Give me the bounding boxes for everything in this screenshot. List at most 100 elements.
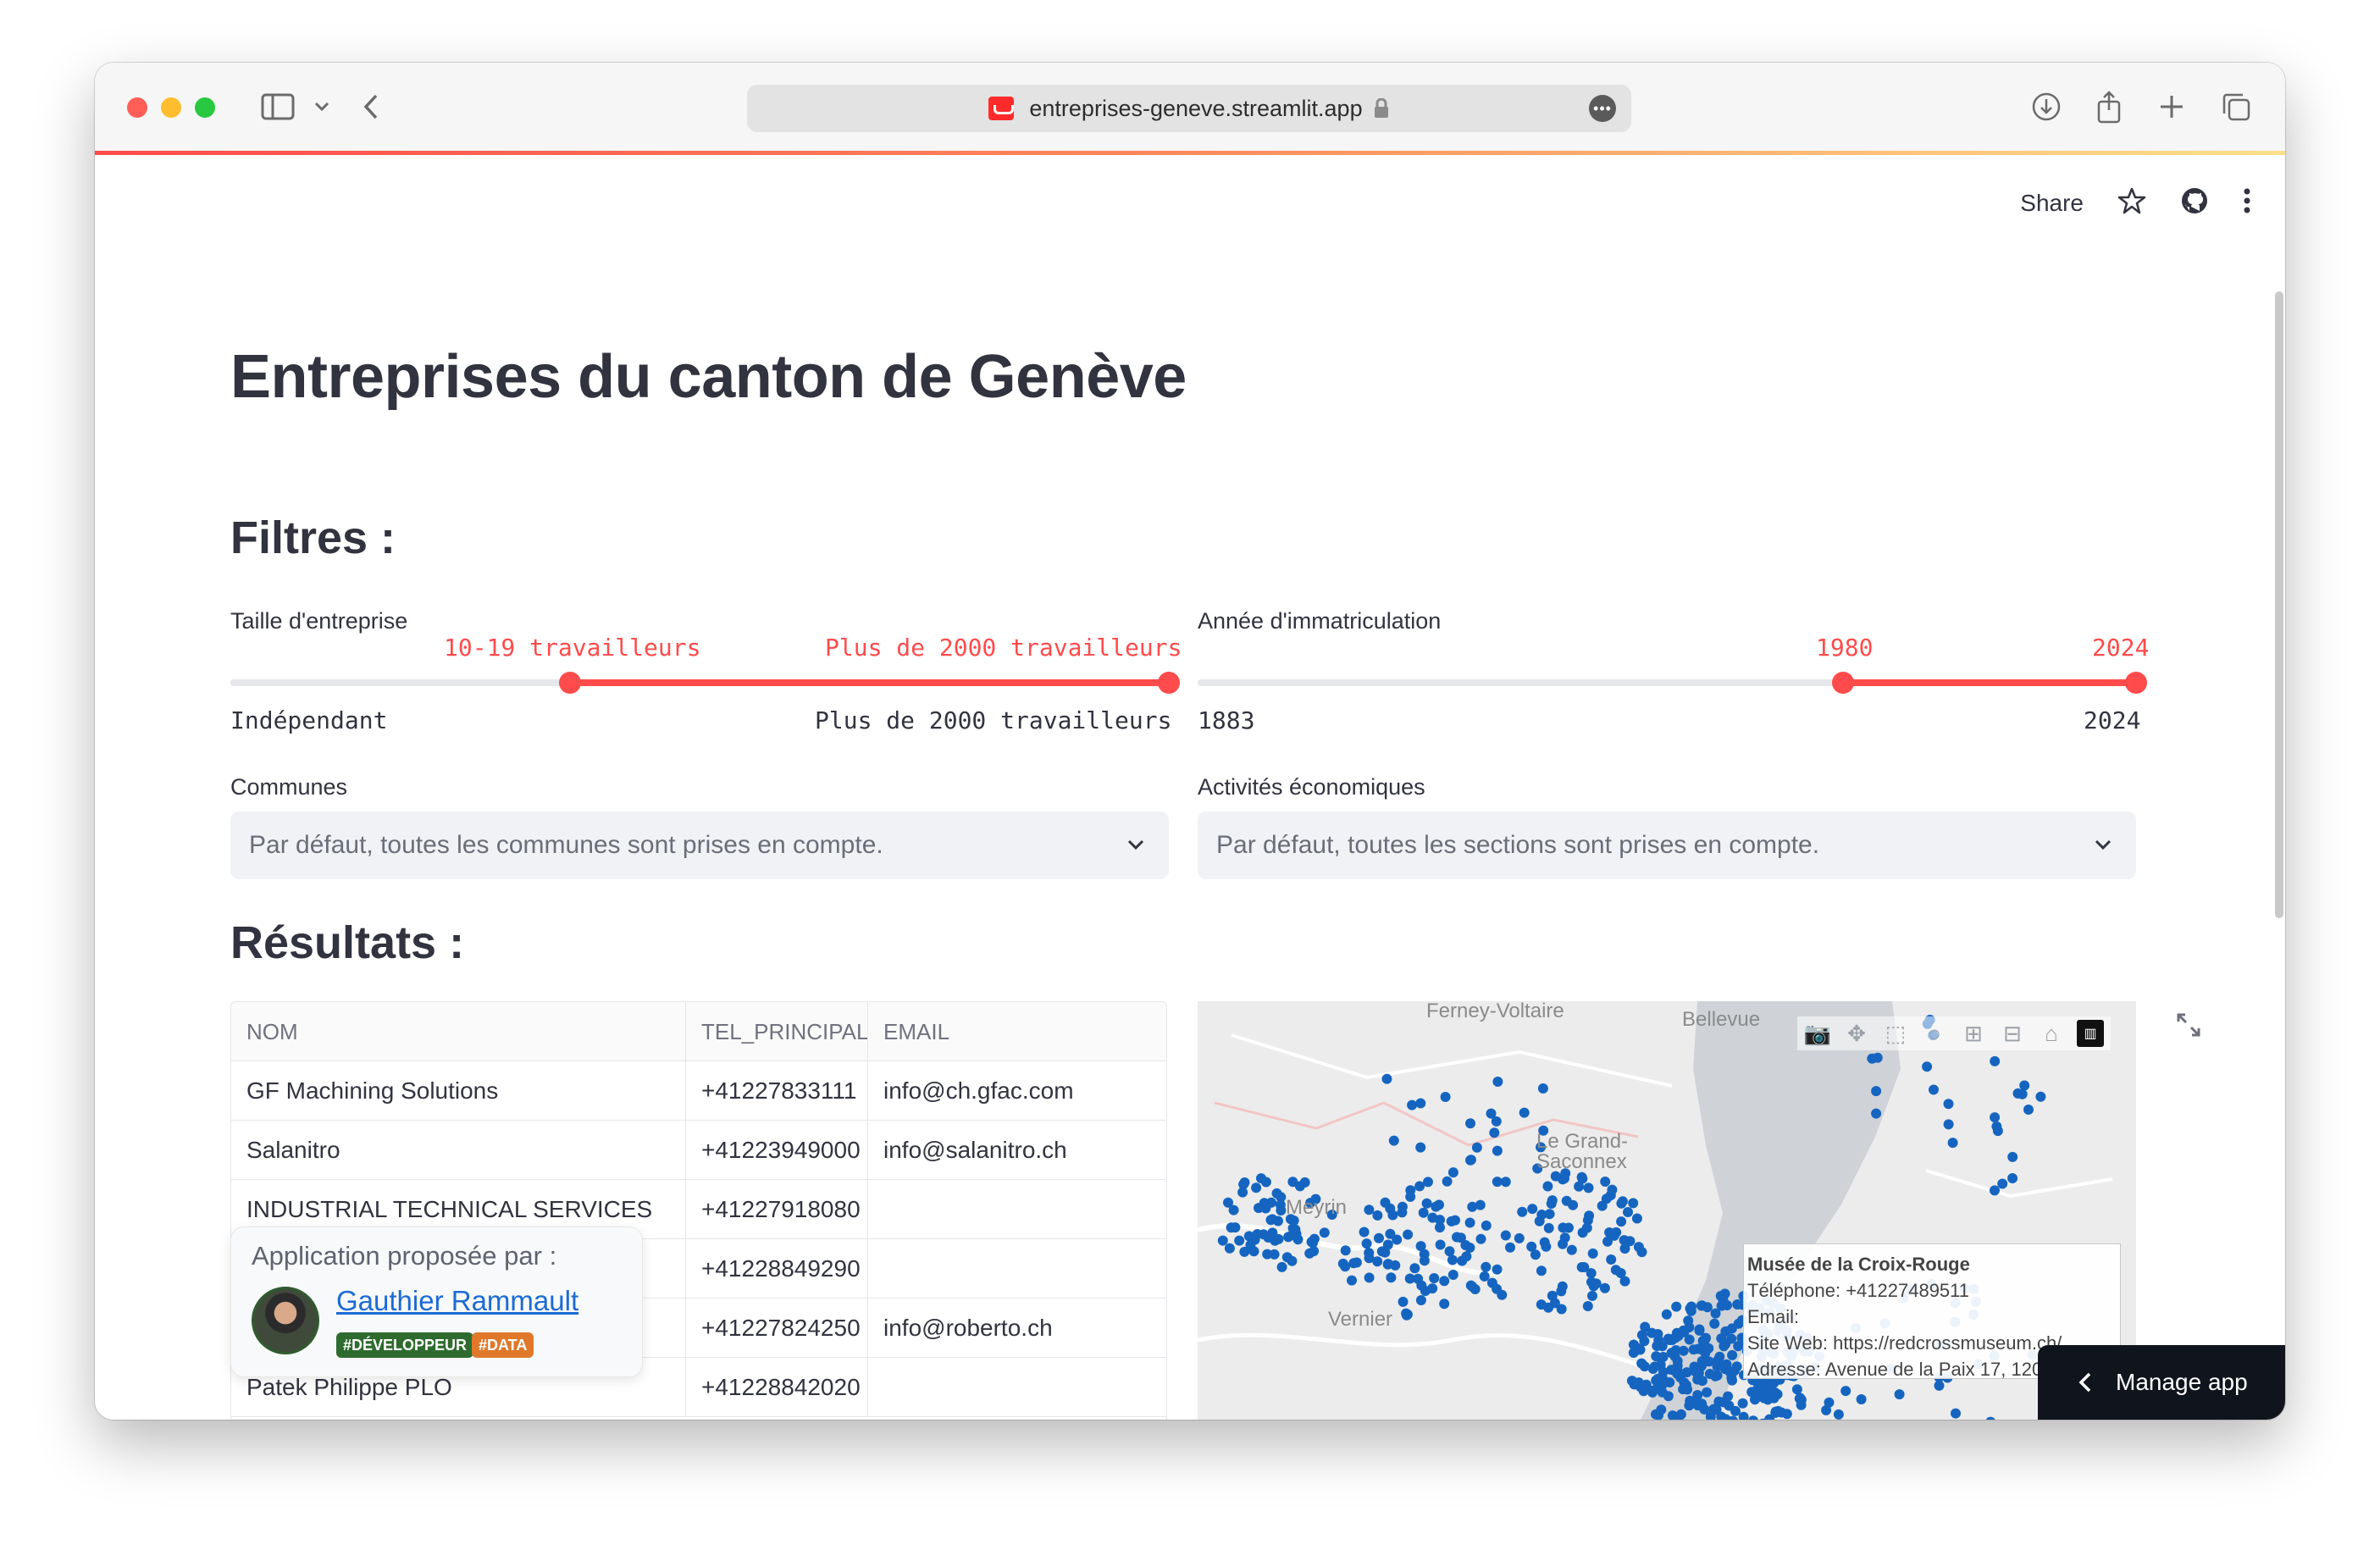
company-point[interactable]	[1606, 1254, 1617, 1265]
company-point[interactable]	[1574, 1181, 1585, 1192]
company-point[interactable]	[1990, 1112, 2001, 1123]
company-point[interactable]	[1319, 1227, 1330, 1238]
company-point[interactable]	[1364, 1204, 1375, 1216]
company-point[interactable]	[1661, 1309, 1672, 1320]
company-point[interactable]	[1276, 1261, 1287, 1272]
company-point[interactable]	[1558, 1238, 1568, 1249]
company-point[interactable]	[1772, 1389, 1783, 1399]
company-point[interactable]	[1527, 1204, 1538, 1215]
company-point[interactable]	[1269, 1249, 1280, 1260]
company-point[interactable]	[1470, 1284, 1481, 1294]
company-point[interactable]	[2035, 1091, 2046, 1102]
company-point[interactable]	[1727, 1349, 1738, 1360]
company-point[interactable]	[1781, 1409, 1792, 1420]
company-point[interactable]	[1337, 1258, 1348, 1269]
company-point[interactable]	[1446, 1216, 1457, 1227]
company-point[interactable]	[1871, 1086, 1882, 1097]
activities-multiselect[interactable]: Par défaut, toutes les sections sont pri…	[1198, 811, 2136, 879]
company-point[interactable]	[1464, 1217, 1475, 1228]
company-point[interactable]	[1754, 1391, 1764, 1402]
table-cell[interactable]: +41227824250	[686, 1299, 868, 1358]
company-point[interactable]	[1733, 1318, 1744, 1329]
company-point[interactable]	[1245, 1239, 1256, 1250]
company-point[interactable]	[1224, 1243, 1235, 1254]
company-point[interactable]	[1409, 1263, 1420, 1274]
company-point[interactable]	[1840, 1386, 1851, 1397]
year-slider-high-thumb[interactable]	[2125, 672, 2147, 694]
year-slider-low-thumb[interactable]	[1832, 672, 1855, 694]
company-point[interactable]	[1418, 1207, 1429, 1218]
company-point[interactable]	[1678, 1325, 1689, 1336]
company-point[interactable]	[1447, 1167, 1458, 1178]
company-point[interactable]	[1615, 1268, 1626, 1278]
plotly-logo-icon[interactable]: ▥	[2077, 1020, 2104, 1047]
company-point[interactable]	[1475, 1233, 1486, 1244]
company-point[interactable]	[1534, 1216, 1545, 1227]
table-cell[interactable]: info@salanitro.ch	[868, 1121, 1166, 1180]
company-point[interactable]	[1439, 1299, 1450, 1310]
download-icon[interactable]	[2028, 88, 2065, 125]
table-cell[interactable]: +41227833111	[686, 1061, 868, 1121]
column-header-nom[interactable]: NOM	[231, 1002, 686, 1061]
company-point[interactable]	[1226, 1222, 1237, 1233]
company-point[interactable]	[1623, 1207, 1633, 1217]
company-point[interactable]	[1586, 1268, 1597, 1279]
table-cell[interactable]: info@roberto.ch	[868, 1299, 1166, 1358]
company-point[interactable]	[1228, 1204, 1239, 1216]
company-point[interactable]	[1386, 1272, 1397, 1283]
company-point[interactable]	[1514, 1232, 1525, 1243]
company-point[interactable]	[1519, 1107, 1530, 1118]
company-point[interactable]	[1530, 1249, 1541, 1260]
company-point[interactable]	[1374, 1232, 1384, 1243]
communes-multiselect[interactable]: Par défaut, toutes les communes sont pri…	[230, 811, 1169, 879]
company-point[interactable]	[1372, 1210, 1383, 1221]
company-point[interactable]	[1720, 1326, 1731, 1337]
company-point[interactable]	[1647, 1327, 1658, 1338]
company-point[interactable]	[1922, 1061, 1933, 1072]
company-point[interactable]	[1479, 1271, 1490, 1282]
company-point[interactable]	[1670, 1345, 1681, 1355]
company-point[interactable]	[1347, 1275, 1357, 1286]
company-point[interactable]	[1431, 1201, 1442, 1212]
company-point[interactable]	[1701, 1332, 1711, 1343]
scrollbar[interactable]	[2275, 291, 2283, 918]
table-cell[interactable]	[868, 1180, 1166, 1239]
company-point[interactable]	[2012, 1088, 2023, 1099]
company-point[interactable]	[1704, 1369, 1715, 1379]
company-point[interactable]	[1364, 1272, 1375, 1283]
company-point[interactable]	[1702, 1387, 1713, 1398]
company-point[interactable]	[1737, 1398, 1748, 1409]
company-point[interactable]	[1696, 1398, 1708, 1409]
company-point[interactable]	[1588, 1281, 1599, 1292]
sidebar-toggle-icon[interactable]	[259, 88, 296, 125]
company-point[interactable]	[1663, 1391, 1674, 1402]
company-point[interactable]	[1492, 1077, 1503, 1087]
company-point[interactable]	[1542, 1181, 1553, 1192]
company-point[interactable]	[1392, 1234, 1403, 1245]
company-point[interactable]	[1299, 1177, 1310, 1188]
company-point[interactable]	[1465, 1155, 1476, 1166]
company-point[interactable]	[1599, 1282, 1610, 1293]
company-point[interactable]	[1651, 1351, 1662, 1362]
table-row[interactable]: Salanitro +41223949000 info@salanitro.ch	[231, 1121, 1166, 1180]
company-point[interactable]	[1795, 1393, 1806, 1404]
company-point[interactable]	[1692, 1343, 1703, 1354]
company-point[interactable]	[1544, 1209, 1555, 1220]
company-point[interactable]	[1439, 1276, 1450, 1287]
zoom-out-icon[interactable]: ⊟	[1999, 1020, 2026, 1047]
company-point[interactable]	[1616, 1216, 1627, 1227]
camera-icon[interactable]: 📷	[1804, 1020, 1831, 1047]
company-point[interactable]	[1584, 1210, 1595, 1221]
company-point[interactable]	[1714, 1351, 1725, 1362]
company-point[interactable]	[1561, 1195, 1572, 1206]
tab-overview-icon[interactable]	[2217, 88, 2255, 125]
company-point[interactable]	[1273, 1233, 1284, 1244]
company-point[interactable]	[1500, 1177, 1511, 1188]
company-point[interactable]	[1304, 1248, 1315, 1259]
company-point[interactable]	[1492, 1145, 1503, 1156]
company-point[interactable]	[1471, 1142, 1482, 1153]
maximize-window-button[interactable]	[195, 97, 215, 118]
company-point[interactable]	[1492, 1264, 1503, 1275]
company-point[interactable]	[1442, 1176, 1453, 1187]
company-point[interactable]	[1481, 1220, 1492, 1231]
